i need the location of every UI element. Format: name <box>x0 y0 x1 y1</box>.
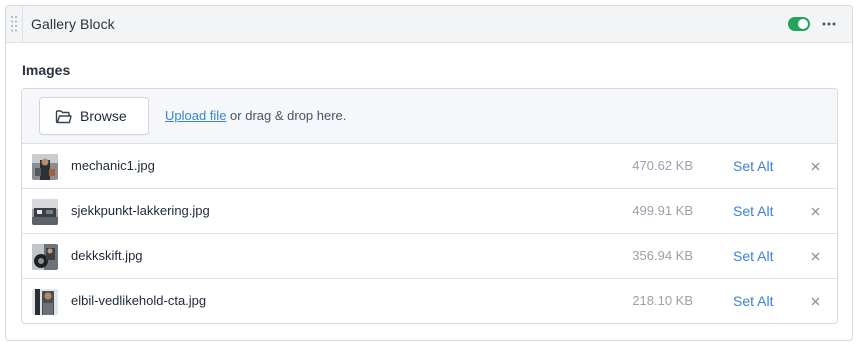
drag-handle-icon[interactable] <box>6 6 23 42</box>
more-horizontal-icon[interactable] <box>821 15 837 33</box>
gallery-block: Gallery Block Images Browse Upload file … <box>5 5 853 341</box>
file-thumbnail <box>32 244 58 270</box>
set-alt-button[interactable]: Set Alt <box>733 248 773 264</box>
drop-hint: Upload file or drag & drop here. <box>165 108 346 123</box>
dropzone[interactable]: Browse Upload file or drag & drop here. <box>22 89 837 144</box>
browse-button[interactable]: Browse <box>39 97 149 135</box>
file-name: mechanic1.jpg <box>71 158 155 173</box>
file-row: sjekkpunkt-lakkering.jpg 499.91 KB Set A… <box>22 189 837 234</box>
enabled-toggle[interactable] <box>788 17 810 31</box>
file-name: dekkskift.jpg <box>71 248 143 263</box>
file-size: 218.10 KB <box>632 293 693 308</box>
file-size: 470.62 KB <box>632 158 693 173</box>
file-thumbnail <box>32 289 58 315</box>
close-icon[interactable] <box>808 294 822 308</box>
set-alt-button[interactable]: Set Alt <box>733 158 773 174</box>
file-size: 356.94 KB <box>632 248 693 263</box>
set-alt-button[interactable]: Set Alt <box>733 203 773 219</box>
close-icon[interactable] <box>808 159 822 173</box>
file-row: elbil-vedlikehold-cta.jpg 218.10 KB Set … <box>22 279 837 323</box>
folder-open-icon <box>55 109 72 124</box>
drop-hint-text: or drag & drop here. <box>226 108 347 123</box>
block-header: Gallery Block <box>6 6 852 43</box>
file-name: sjekkpunkt-lakkering.jpg <box>71 203 210 218</box>
file-size: 499.91 KB <box>632 203 693 218</box>
image-uploader: Browse Upload file or drag & drop here. … <box>21 88 838 324</box>
file-row: dekkskift.jpg 356.94 KB Set Alt <box>22 234 837 279</box>
file-thumbnail <box>32 199 58 225</box>
file-name: elbil-vedlikehold-cta.jpg <box>71 293 207 308</box>
close-icon[interactable] <box>808 204 822 218</box>
browse-label: Browse <box>80 108 127 124</box>
upload-file-link[interactable]: Upload file <box>165 108 226 123</box>
block-title: Gallery Block <box>31 16 115 32</box>
close-icon[interactable] <box>808 249 822 263</box>
set-alt-button[interactable]: Set Alt <box>733 293 773 309</box>
toggle-knob <box>798 19 808 29</box>
file-thumbnail <box>32 154 58 180</box>
images-label: Images <box>22 62 71 78</box>
file-row: mechanic1.jpg 470.62 KB Set Alt <box>22 144 837 189</box>
